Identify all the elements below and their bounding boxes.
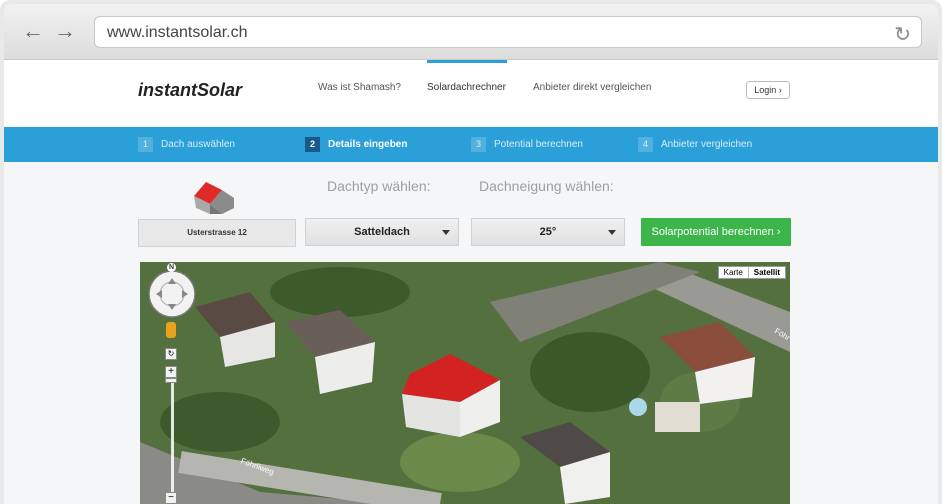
active-nav-indicator [427, 60, 507, 63]
zoom-out-button[interactable]: − [165, 492, 177, 504]
compass-north-label: N [167, 263, 176, 272]
roof-pitch-value: 25° [539, 226, 557, 238]
step-4[interactable]: 4 Anbieter vergleichen [638, 137, 752, 152]
roof-type-heading: Dachtyp wählen: [327, 178, 431, 194]
map-type-satellit[interactable]: Satellit [747, 267, 785, 278]
step-1[interactable]: 1 Dach auswählen [138, 137, 235, 152]
zoom-slider-handle[interactable] [165, 378, 177, 383]
rotate-icon[interactable]: ↻ [165, 348, 177, 360]
satellite-imagery [140, 262, 790, 504]
roof-type-select[interactable]: Satteldach [305, 218, 459, 246]
address-bar[interactable]: www.instantsolar.ch ↻ [94, 16, 922, 48]
step-label: Anbieter vergleichen [661, 139, 753, 150]
nav-link-shamash[interactable]: Was ist Shamash? [318, 82, 401, 93]
step-3[interactable]: 3 Potential berechnen [471, 137, 583, 152]
back-arrow-icon[interactable]: ← [22, 20, 44, 42]
reload-icon[interactable]: ↻ [894, 22, 911, 47]
step-progress-bar: 1 Dach auswählen 2 Details eingeben 3 Poten… [4, 127, 938, 162]
zoom-slider[interactable] [171, 382, 174, 504]
top-navigation: instantSolar Was ist Shamash? Solardachr… [4, 60, 938, 126]
page-content: instantSolar Was ist Shamash? Solardachr… [4, 60, 938, 504]
roof-pitch-heading: Dachneigung wählen: [479, 178, 614, 194]
calculate-solar-potential-button[interactable]: Solarpotential berechnen › [641, 218, 791, 246]
step-number: 2 [305, 137, 320, 152]
browser-window: ← → www.instantsolar.ch ↻ instantSolar W… [0, 0, 942, 504]
map-type-karte[interactable]: Karte [719, 267, 748, 278]
url-text: www.instantsolar.ch [107, 24, 248, 41]
step-number: 3 [471, 137, 486, 152]
zoom-in-button[interactable]: + [165, 366, 177, 378]
step-number: 1 [138, 137, 153, 152]
nav-link-anbieter[interactable]: Anbieter direkt vergleichen [533, 82, 651, 93]
nav-link-solardachrechner[interactable]: Solardachrechner [427, 82, 506, 93]
login-button[interactable]: Login › [746, 81, 790, 99]
street-view-pegman-icon[interactable] [166, 322, 176, 338]
address-display: Usterstrasse 12 [138, 219, 296, 247]
house-roof-icon [194, 182, 234, 214]
chevron-down-icon [442, 230, 450, 235]
roof-pitch-select[interactable]: 25° [471, 218, 625, 246]
map-pan-control[interactable] [146, 266, 198, 326]
site-logo[interactable]: instantSolar [138, 80, 242, 101]
browser-toolbar: ← → www.instantsolar.ch ↻ [4, 4, 938, 60]
step-2[interactable]: 2 Details eingeben [305, 137, 407, 152]
chevron-down-icon [608, 230, 616, 235]
forward-arrow-icon[interactable]: → [54, 20, 76, 42]
roof-type-value: Satteldach [354, 226, 410, 238]
satellite-map[interactable]: N ↻ + − Karte Satellit Föhrliweg Föhr [140, 262, 790, 504]
step-number: 4 [638, 137, 653, 152]
step-label: Dach auswählen [161, 139, 235, 150]
step-label: Details eingeben [328, 139, 408, 150]
step-label: Potential berechnen [494, 139, 583, 150]
map-type-switch[interactable]: Karte Satellit [717, 266, 786, 279]
